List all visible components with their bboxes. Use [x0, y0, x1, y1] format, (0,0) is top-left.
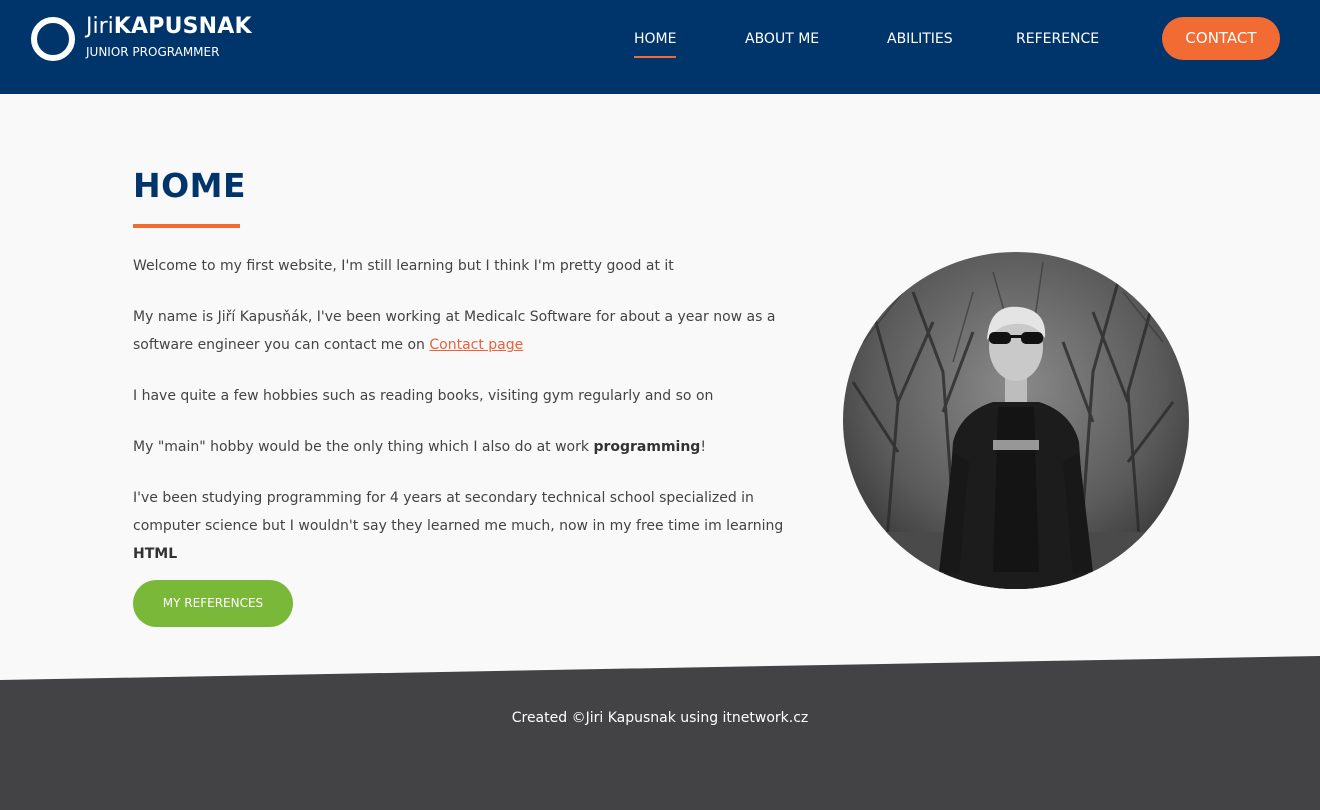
nav-reference[interactable]: REFERENCE: [1016, 29, 1099, 49]
paragraph-welcome: Welcome to my first website, I'm still l…: [133, 258, 674, 274]
html-highlight: HTML: [133, 546, 178, 562]
my-references-button[interactable]: MY REFERENCES: [133, 580, 293, 627]
paragraph-main-hobby-text: My "main" hobby would be the only thing …: [133, 439, 594, 455]
title-underline: [133, 224, 240, 228]
contact-page-link[interactable]: Contact page: [429, 337, 523, 353]
hobby-highlight: programming: [593, 439, 701, 455]
page-title: HOME: [133, 166, 247, 205]
nav-about-me[interactable]: ABOUT ME: [745, 29, 819, 49]
site-header: JiriKAPUSNAK JUNIOR PROGRAMMER HOME ABOU…: [0, 0, 1320, 94]
profile-photo: [843, 252, 1189, 589]
nav-abilities[interactable]: ABILITIES: [887, 29, 953, 49]
paragraph-main-hobby: My "main" hobby would be the only thing …: [133, 433, 823, 461]
paragraph-studies: I've been studying programming for 4 yea…: [133, 484, 823, 568]
paragraph-about: My name is Jiří Kapusňák, I've been work…: [133, 303, 823, 359]
nav-home[interactable]: HOME: [634, 29, 677, 58]
footer: [0, 656, 1320, 810]
logo-ring-icon[interactable]: [31, 17, 75, 61]
intro-text: Welcome to my first website, I'm still l…: [133, 252, 823, 591]
brand-last-name: KAPUSNAK: [113, 14, 252, 39]
paragraph-main-hobby-end: !: [700, 439, 706, 455]
brand-first-name: Jiri: [86, 14, 114, 39]
footer-credit: Created ©Jiri Kapusnak using itnetwork.c…: [511, 710, 809, 726]
profile-photo-image: [843, 252, 1189, 589]
contact-button[interactable]: CONTACT: [1162, 17, 1280, 60]
paragraph-studies-text: I've been studying programming for 4 yea…: [133, 490, 784, 534]
brand-name[interactable]: JiriKAPUSNAK: [86, 13, 252, 41]
paragraph-hobbies: I have quite a few hobbies such as readi…: [133, 388, 714, 404]
brand-subtitle: JUNIOR PROGRAMMER: [86, 45, 220, 59]
